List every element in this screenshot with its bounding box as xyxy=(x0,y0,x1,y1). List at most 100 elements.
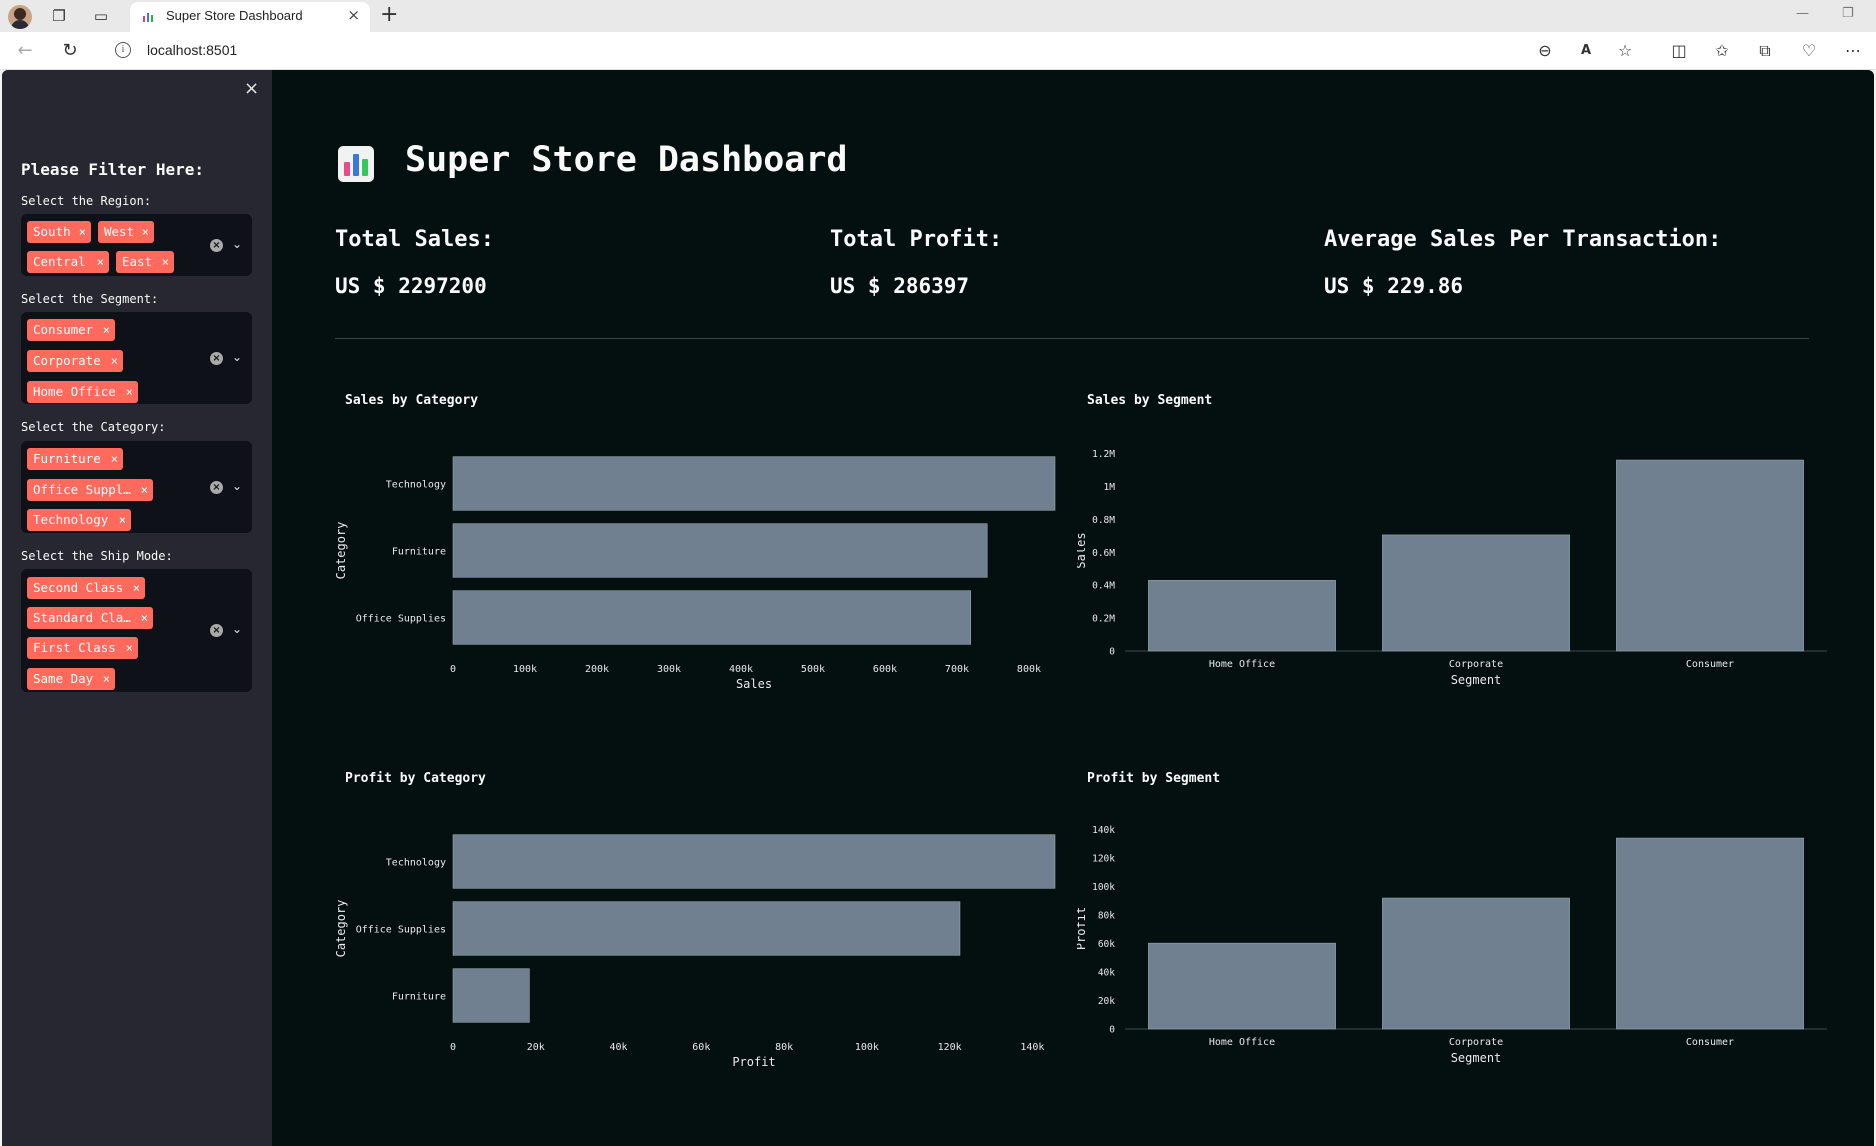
ship-mode-filter-label: Select the Ship Mode: xyxy=(21,549,173,563)
reload-icon[interactable]: ↻ xyxy=(59,40,81,62)
segment-tag-consumer[interactable]: Consumer × xyxy=(27,319,115,341)
close-icon[interactable]: × xyxy=(142,221,149,243)
bar xyxy=(452,901,961,956)
region-tag-south[interactable]: South × xyxy=(27,221,91,243)
ship-mode-tag-standard-class[interactable]: Standard Cla… × xyxy=(27,607,153,629)
chevron-down-icon[interactable]: ⌄ xyxy=(232,237,242,251)
x-axis-label: Segment xyxy=(1451,1051,1502,1065)
y-tick-label: Office Supplies xyxy=(356,614,446,625)
segment-filter-label: Select the Segment: xyxy=(21,292,159,306)
url-field[interactable]: i localhost:8501 xyxy=(105,35,1645,67)
favorite-star-icon[interactable]: ☆ xyxy=(1614,40,1636,62)
x-axis-label: Profit xyxy=(732,1055,775,1069)
clear-all-icon[interactable]: × xyxy=(210,239,223,252)
avg-sales-label: Average Sales Per Transaction: xyxy=(1324,227,1722,252)
close-icon[interactable]: × xyxy=(126,381,133,403)
segment-tag-home-office[interactable]: Home Office × xyxy=(27,381,138,403)
x-tick-label: 300k xyxy=(657,664,681,675)
category-tag-furniture[interactable]: Furniture × xyxy=(27,448,123,470)
category-tag-office-supplies[interactable]: Office Suppl… × xyxy=(27,479,153,501)
ship-mode-tag-first-class[interactable]: First Class × xyxy=(27,637,138,659)
address-bar: ← ↻ i localhost:8501 ⊖ A ☆ ◫ ✩ ⧉ ♡ ⋯ xyxy=(0,32,1876,70)
split-screen-icon[interactable]: ◫ xyxy=(1668,40,1690,62)
browser-essentials-icon[interactable]: ♡ xyxy=(1798,40,1820,62)
close-icon[interactable]: × xyxy=(103,319,110,341)
browser-tab-bar: ❐ ▭ Super Store Dashboard × + — ❐ xyxy=(0,0,1876,32)
more-menu-icon[interactable]: ⋯ xyxy=(1842,40,1864,62)
read-aloud-icon[interactable]: A xyxy=(1575,40,1597,62)
bar xyxy=(1616,459,1804,652)
clear-all-icon[interactable]: × xyxy=(210,352,223,365)
y-tick-label: 0.6M xyxy=(1092,548,1115,559)
close-icon[interactable]: × xyxy=(162,251,169,273)
y-tick-label: 100k xyxy=(1092,882,1115,893)
new-tab-button[interactable]: + xyxy=(380,3,398,27)
metrics-divider xyxy=(335,338,1809,339)
close-icon[interactable]: × xyxy=(141,479,148,501)
x-tick-label: 100k xyxy=(855,1042,879,1053)
close-icon[interactable]: × xyxy=(111,350,118,372)
main-content: Super Store Dashboard Total Sales: US $ … xyxy=(272,70,1874,1146)
chevron-down-icon[interactable]: ⌄ xyxy=(232,479,242,493)
collections-icon[interactable]: ⧉ xyxy=(1754,40,1776,62)
tab-close-icon[interactable]: × xyxy=(347,6,360,24)
y-tick-label: Office Supplies xyxy=(356,925,446,936)
profile-avatar[interactable] xyxy=(8,5,32,29)
region-tag-central[interactable]: Central × xyxy=(27,251,109,273)
clear-all-icon[interactable]: × xyxy=(210,481,223,494)
x-axis-label: Segment xyxy=(1451,673,1502,687)
x-tick-label: 700k xyxy=(945,664,969,675)
region-tag-west[interactable]: West × xyxy=(98,221,154,243)
close-icon[interactable]: × xyxy=(111,448,118,470)
y-tick-label: 120k xyxy=(1092,854,1115,865)
url-text[interactable]: localhost:8501 xyxy=(147,42,237,58)
site-info-icon[interactable]: i xyxy=(115,42,131,58)
zoom-out-icon[interactable]: ⊖ xyxy=(1534,40,1556,62)
chevron-down-icon[interactable]: ⌄ xyxy=(232,622,242,636)
close-icon[interactable]: × xyxy=(103,668,110,690)
close-icon[interactable]: × xyxy=(126,637,133,659)
workspaces-icon[interactable]: ❐ xyxy=(48,5,70,27)
close-icon[interactable]: × xyxy=(119,509,126,531)
x-tick-label: 200k xyxy=(585,664,609,675)
y-tick-label: 1.2M xyxy=(1092,449,1115,460)
close-icon[interactable]: × xyxy=(79,221,86,243)
ship-mode-tag-same-day[interactable]: Same Day × xyxy=(27,668,115,690)
y-tick-label: 1M xyxy=(1104,482,1116,493)
sidebar-close-icon[interactable]: × xyxy=(244,78,259,99)
restore-icon[interactable]: ❐ xyxy=(1842,6,1854,21)
clear-all-icon[interactable]: × xyxy=(210,624,223,637)
sales-by-segment-chart: Sales by Segment Home Office Corporate Con… xyxy=(1077,386,1837,778)
bar xyxy=(452,456,1056,511)
close-icon[interactable]: × xyxy=(133,577,140,599)
bar xyxy=(452,523,988,578)
bar xyxy=(1148,580,1336,652)
bar-chart-emoji-icon xyxy=(338,146,374,182)
minimize-icon[interactable]: — xyxy=(1796,6,1809,21)
ship-mode-tag-second-class[interactable]: Second Class × xyxy=(27,577,145,599)
bar xyxy=(452,968,530,1023)
category-tag-technology[interactable]: Technology × xyxy=(27,509,131,531)
chevron-down-icon[interactable]: ⌄ xyxy=(232,350,242,364)
region-tag-east[interactable]: East × xyxy=(116,251,174,273)
bar xyxy=(452,590,971,645)
region-multiselect[interactable]: South × West × Central × East × × ⌄ xyxy=(21,214,252,276)
back-arrow-icon[interactable]: ← xyxy=(14,40,36,62)
x-tick-label: 400k xyxy=(729,664,753,675)
segment-tag-corporate[interactable]: Corporate × xyxy=(27,350,123,372)
tab-title: Super Store Dashboard xyxy=(166,8,303,23)
close-icon[interactable]: × xyxy=(97,251,104,273)
ship-mode-multiselect[interactable]: Second Class × Standard Cla… × First Class… xyxy=(21,569,252,692)
x-tick-label: Home Office xyxy=(1209,1037,1275,1048)
x-tick-label: 800k xyxy=(1017,664,1041,675)
close-icon[interactable]: × xyxy=(141,607,148,629)
total-profit-value: US $ 286397 xyxy=(830,274,970,298)
tab-actions-icon[interactable]: ▭ xyxy=(90,5,112,27)
favorites-icon[interactable]: ✩ xyxy=(1711,40,1733,62)
browser-tab-active[interactable]: Super Store Dashboard × xyxy=(130,2,370,32)
category-multiselect[interactable]: Furniture × Office Suppl… × Technology × × … xyxy=(21,441,252,533)
y-tick-label: 0.2M xyxy=(1092,614,1115,625)
segment-multiselect[interactable]: Consumer × Corporate × Home Office × × ⌄ xyxy=(21,312,252,404)
y-tick-label: 20k xyxy=(1098,996,1115,1007)
x-tick-label: Corporate xyxy=(1449,659,1503,670)
